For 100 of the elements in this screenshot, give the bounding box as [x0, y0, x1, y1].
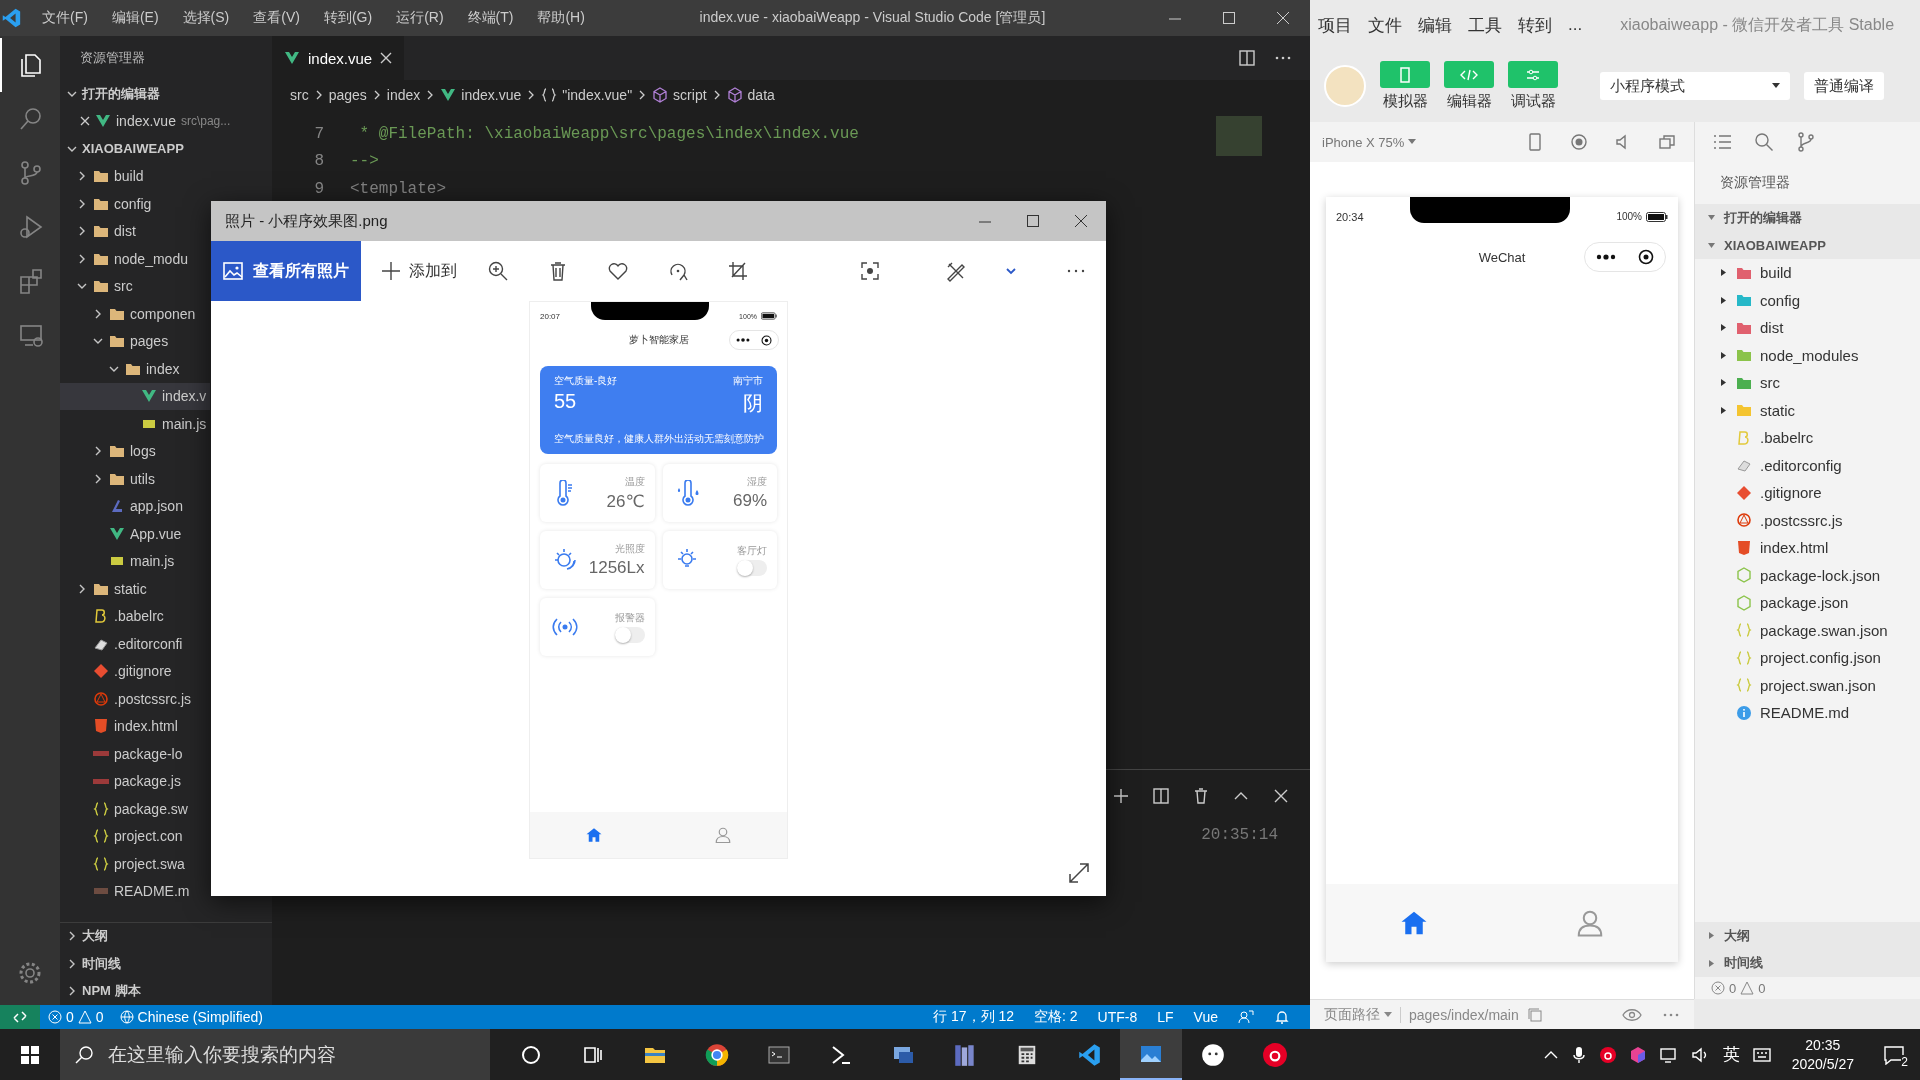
- menu-item[interactable]: 文件: [1360, 13, 1410, 37]
- extensions-icon[interactable]: [17, 267, 45, 295]
- tree-item[interactable]: config: [1695, 286, 1920, 314]
- tree-item[interactable]: .gitignore: [60, 657, 176, 685]
- browser-icon[interactable]: [704, 1041, 730, 1068]
- chevron-down-icon[interactable]: [1005, 265, 1017, 277]
- menu-item[interactable]: 编辑(E): [99, 9, 171, 27]
- tree-item[interactable]: package.json: [1695, 589, 1920, 617]
- triangle-icon[interactable]: [1719, 350, 1728, 360]
- section-header[interactable]: 时间线: [82, 954, 121, 973]
- triangle-icon[interactable]: [1719, 323, 1728, 333]
- menu-item[interactable]: ...: [1560, 15, 1591, 35]
- toggle-switch[interactable]: [737, 560, 767, 576]
- tree-item[interactable]: package.sw: [60, 795, 192, 823]
- section-header[interactable]: 打开的编辑器: [82, 84, 160, 103]
- mode-dropdown[interactable]: 小程序模式: [1600, 72, 1790, 100]
- breadcrumb[interactable]: "index.vue": [562, 87, 633, 103]
- indentation-status[interactable]: 空格: 2: [1024, 1008, 1088, 1026]
- triangle-icon[interactable]: [1719, 405, 1728, 415]
- tree-item[interactable]: static: [60, 575, 151, 603]
- tree-item[interactable]: project.swan.json: [1695, 671, 1920, 699]
- split-editor-icon[interactable]: [1238, 49, 1256, 67]
- menu-item[interactable]: 查看(V): [241, 9, 312, 27]
- encoding-status[interactable]: UTF-8: [1087, 1009, 1148, 1025]
- tree-item[interactable]: package.js: [60, 767, 185, 795]
- clock[interactable]: 20:35 2020/5/27: [1783, 1035, 1862, 1074]
- tree-item[interactable]: utils: [60, 465, 159, 493]
- section-header[interactable]: 大纲: [82, 927, 108, 946]
- tree-item[interactable]: main.js: [60, 410, 211, 438]
- windows-icon[interactable]: [1658, 133, 1676, 151]
- microphone-icon[interactable]: [1570, 1045, 1587, 1064]
- tree-item[interactable]: pages: [60, 327, 173, 355]
- branch-icon[interactable]: [1795, 131, 1817, 153]
- eye-icon[interactable]: [1622, 1007, 1642, 1022]
- tree-item[interactable]: .editorconfig: [1695, 451, 1920, 479]
- expand-icon[interactable]: [1068, 862, 1090, 884]
- keyboard-icon[interactable]: [1751, 1045, 1772, 1064]
- tree-item[interactable]: build: [60, 162, 148, 190]
- phone-outline-icon[interactable]: [1526, 133, 1544, 151]
- code-editor-icon[interactable]: [1076, 1041, 1102, 1068]
- tree-item[interactable]: App.vue: [60, 520, 186, 548]
- tree-item[interactable]: dist: [1695, 314, 1920, 342]
- heart-icon[interactable]: [607, 260, 629, 282]
- tree-item[interactable]: index.v: [60, 382, 211, 410]
- tree-item[interactable]: app.json: [60, 492, 187, 520]
- tree-item[interactable]: build: [1695, 259, 1920, 287]
- maximize-icon[interactable]: [1026, 214, 1040, 228]
- section-header[interactable]: XIAOBAIWEAPP: [82, 141, 184, 157]
- section-header[interactable]: 时间线: [1724, 954, 1763, 973]
- tree-item[interactable]: README.m: [60, 877, 194, 905]
- tree-item[interactable]: .babelrc: [60, 602, 168, 630]
- tree-item[interactable]: .editorconfi: [60, 630, 187, 658]
- breadcrumb[interactable]: src: [290, 87, 309, 103]
- add-to-button[interactable]: 添加到: [375, 259, 463, 283]
- tree-item[interactable]: .gitignore: [1695, 479, 1920, 507]
- colorful-cube-icon[interactable]: [1628, 1045, 1647, 1064]
- eol-status[interactable]: LF: [1147, 1009, 1184, 1025]
- tree-item[interactable]: src: [60, 272, 137, 300]
- plus-icon[interactable]: [1112, 787, 1130, 805]
- menu-item[interactable]: 终端(T): [455, 9, 526, 27]
- triangle-icon[interactable]: [1719, 378, 1728, 388]
- view-all-photos-button[interactable]: 查看所有照片: [211, 241, 361, 301]
- windows-logo-icon[interactable]: [20, 1044, 40, 1065]
- feedback-icon[interactable]: [1238, 1009, 1254, 1025]
- record-icon[interactable]: [1570, 133, 1588, 151]
- split-icon[interactable]: [1152, 787, 1170, 805]
- menu-item[interactable]: 工具: [1460, 13, 1510, 37]
- user-icon[interactable]: [713, 826, 732, 844]
- section-header[interactable]: 大纲: [1724, 926, 1750, 945]
- chat-bubbles-icon[interactable]: [1200, 1041, 1226, 1068]
- menu-item[interactable]: 运行(R): [384, 9, 456, 27]
- problems-status[interactable]: 0 0: [1695, 977, 1920, 999]
- editor-tab[interactable]: index.vue: [272, 36, 405, 80]
- notification-button[interactable]: 2: [1874, 1034, 1914, 1075]
- menu-item[interactable]: 文件(F): [30, 9, 100, 27]
- toggle-switch[interactable]: [614, 627, 645, 643]
- home-icon[interactable]: [585, 826, 604, 844]
- tree-item[interactable]: componen: [60, 300, 200, 328]
- music-app-icon[interactable]: [1262, 1041, 1288, 1068]
- menu-item[interactable]: 选择(S): [170, 9, 242, 27]
- edit-draw-icon[interactable]: [945, 260, 967, 282]
- tree-item[interactable]: .postcssrc.js: [1695, 506, 1920, 534]
- breadcrumb[interactable]: index: [386, 87, 421, 103]
- menu-item[interactable]: 转到: [1510, 13, 1560, 37]
- tree-item[interactable]: package.swan.json: [1695, 616, 1920, 644]
- tree-item[interactable]: index.html: [60, 712, 182, 740]
- breadcrumb[interactable]: index.vue: [461, 87, 522, 103]
- tree-item[interactable]: node_modu: [60, 245, 192, 273]
- tree-item[interactable]: package-lock.json: [1695, 561, 1920, 589]
- device-selector[interactable]: iPhone X 75%: [1322, 134, 1417, 150]
- tree-item[interactable]: .babelrc: [1695, 424, 1920, 452]
- capsule-menu[interactable]: [729, 330, 779, 350]
- language-mode[interactable]: Vue: [1183, 1009, 1228, 1025]
- user-icon[interactable]: [1575, 908, 1605, 938]
- breadcrumb[interactable]: script: [673, 87, 707, 103]
- input-language[interactable]: 英: [1722, 1043, 1740, 1066]
- search-field[interactable]: 在这里输入你要搜索的内容: [60, 1029, 490, 1080]
- triangle-icon[interactable]: [1719, 268, 1728, 278]
- tree-item[interactable]: README.md: [1695, 699, 1920, 727]
- tree-item[interactable]: dist: [60, 217, 140, 245]
